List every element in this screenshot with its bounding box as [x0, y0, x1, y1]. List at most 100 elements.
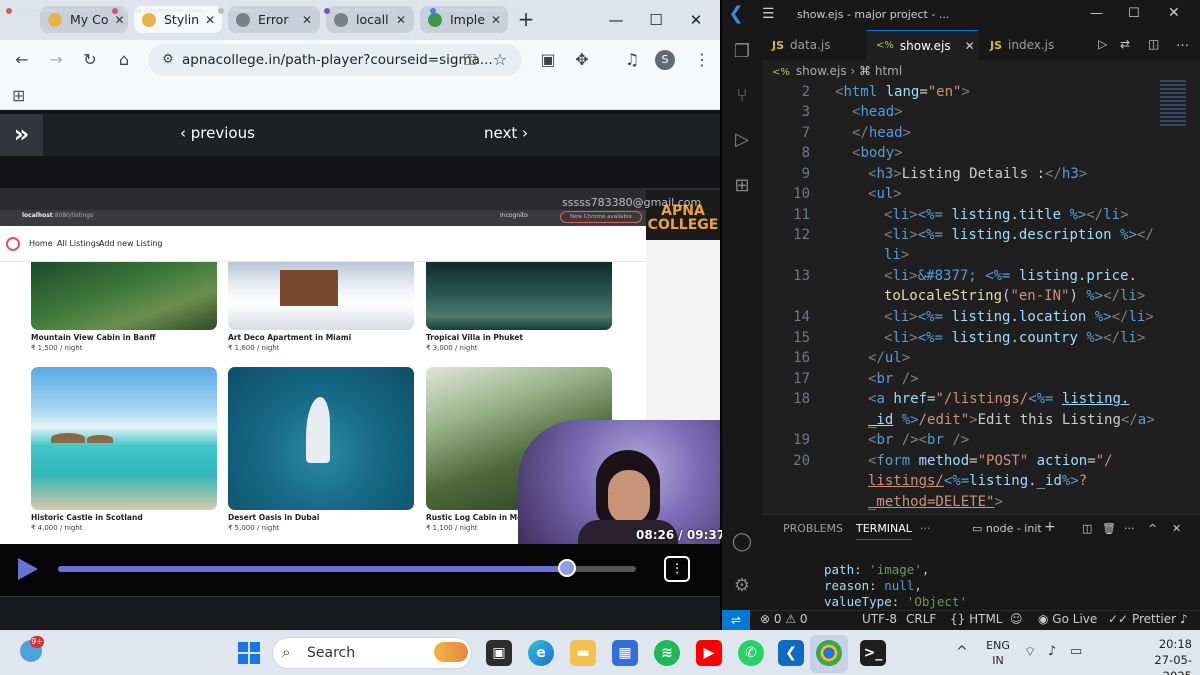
code-line[interactable]: <br /><br />	[868, 432, 969, 448]
play-icon[interactable]	[18, 558, 38, 580]
volume-icon[interactable]: ♪	[1048, 644, 1056, 659]
media-control-icon[interactable]: ♫	[620, 48, 644, 72]
apps-grid-icon[interactable]: ⊞	[12, 86, 25, 105]
language-mode[interactable]: {} HTML	[950, 612, 1003, 626]
sidebar-toggle-icon[interactable]: »	[0, 114, 43, 156]
close-window-button[interactable]: ✕	[676, 6, 716, 34]
code-line[interactable]: listings/<%=listing._id%>?	[868, 473, 1087, 489]
spotify-icon[interactable]: ≋	[654, 640, 680, 666]
reload-icon[interactable]: ↻	[78, 48, 102, 72]
run-debug-icon[interactable]: ▷	[730, 128, 754, 152]
close-window-button[interactable]: ✕	[1168, 5, 1180, 21]
bookmark-star-icon[interactable]: ☆	[488, 48, 512, 72]
listing-image[interactable]	[31, 367, 217, 510]
code-line[interactable]: <br />	[868, 371, 919, 387]
listing-image[interactable]	[228, 262, 414, 330]
code-line[interactable]: <li><%= listing.title %></li>	[884, 207, 1129, 223]
store-icon[interactable]: ▦	[612, 640, 638, 666]
kill-terminal-icon[interactable]: 🗑	[1102, 522, 1116, 535]
split-editor-icon[interactable]: ◫	[1148, 37, 1159, 51]
language-indicator[interactable]: ENG IN	[984, 638, 1012, 668]
whatsapp-icon[interactable]: ✆	[738, 640, 764, 666]
code-line[interactable]: <ul>	[868, 186, 902, 202]
code-line[interactable]: _method=DELETE">	[868, 494, 1003, 510]
password-key-icon[interactable]: ⚿	[458, 48, 482, 72]
listing-title[interactable]: Mountain View Cabin in Banff	[31, 333, 156, 342]
code-line[interactable]: <form method="POST" action="/	[868, 453, 1113, 469]
tab-show-ejs[interactable]: <% show.ejs ✕	[866, 30, 978, 60]
listing-title[interactable]: Historic Castle in Scotland	[31, 513, 143, 522]
tab-problems[interactable]: PROBLEMS	[783, 522, 843, 535]
tab-terminal[interactable]: TERMINAL	[856, 522, 912, 540]
code-line[interactable]: <li><%= listing.location %></li>	[884, 309, 1154, 325]
problems-count[interactable]: ⊗ 0 ⚠ 0	[760, 612, 808, 626]
code-line[interactable]: <li><%= listing.description %></	[884, 227, 1154, 243]
prettier-status[interactable]: ✓✓ Prettier	[1108, 612, 1176, 626]
notifications-bell-icon[interactable]: ♪	[1180, 612, 1188, 626]
more-actions-icon[interactable]: …	[1176, 35, 1189, 50]
equalizer-settings-icon[interactable]: ⫶	[664, 556, 690, 582]
chrome-icon[interactable]	[816, 640, 842, 666]
home-icon[interactable]: ⌂	[112, 48, 136, 72]
listing-title[interactable]: Art Deco Apartment in Miami	[228, 333, 351, 342]
split-terminal-icon[interactable]: ◫	[1082, 522, 1092, 535]
battery-icon[interactable]: ▭	[1070, 644, 1082, 659]
listing-image[interactable]	[228, 367, 414, 510]
copilot-icon[interactable]: ☺	[1010, 612, 1023, 626]
code-line[interactable]: _id %>/edit">Edit this Listing</a>	[868, 412, 1155, 428]
open-changes-icon[interactable]: ⇄	[1120, 37, 1130, 51]
code-line[interactable]: toLocaleString("en-IN") %></li>	[884, 288, 1145, 304]
code-line[interactable]: <h3>Listing Details :</h3>	[868, 166, 1087, 182]
bing-highlight-icon[interactable]	[434, 642, 468, 662]
encoding-status[interactable]: UTF-8	[862, 612, 897, 626]
profile-avatar[interactable]: S	[655, 50, 675, 70]
next-button[interactable]: next ›	[484, 124, 528, 142]
tab-data-js[interactable]: JS data.js	[762, 30, 866, 60]
listing-image[interactable]	[31, 262, 217, 330]
hamburger-menu-icon[interactable]: ☰	[762, 6, 775, 22]
close-tab-icon[interactable]: ✕	[965, 39, 975, 53]
forward-arrow-icon[interactable]: →	[44, 48, 68, 72]
code-line[interactable]: <li><%= listing.country %></li>	[884, 330, 1145, 346]
seek-handle[interactable]	[557, 559, 576, 577]
menu-kebab-icon[interactable]: ⋮	[690, 48, 714, 72]
listing-title[interactable]: Desert Oasis in Dubai	[228, 513, 319, 522]
code-line[interactable]: </ul>	[868, 350, 910, 366]
tray-overflow-icon[interactable]: ^	[956, 644, 968, 660]
tab-index-js[interactable]: JS index.js	[980, 30, 1080, 60]
edge-icon[interactable]: e	[528, 640, 554, 666]
listing-image[interactable]	[426, 262, 612, 330]
extensions-icon[interactable]: ⊞	[730, 174, 754, 198]
panel-more-icon[interactable]: ···	[1124, 522, 1135, 535]
panel-more-icon[interactable]: ···	[920, 522, 931, 535]
listing-title[interactable]: Tropical Villa in Phuket	[426, 333, 523, 342]
youtube-icon[interactable]: ▶	[696, 640, 722, 666]
vscode-taskbar-icon[interactable]: ❮	[778, 640, 804, 666]
start-windows-icon[interactable]	[238, 642, 260, 664]
previous-button[interactable]: ‹ previous	[180, 124, 255, 142]
code-line[interactable]: li>	[884, 247, 909, 263]
account-icon[interactable]: ◯	[730, 530, 754, 554]
close-panel-icon[interactable]: ✕	[1172, 522, 1181, 535]
back-arrow-icon[interactable]: ←	[10, 48, 34, 72]
file-explorer-icon[interactable]: ▬	[570, 640, 596, 666]
minimap[interactable]	[1160, 80, 1186, 126]
task-view-icon[interactable]: ▣	[486, 640, 512, 666]
picture-in-picture-icon[interactable]: ▣	[536, 48, 560, 72]
minimize-button[interactable]: —	[596, 6, 636, 34]
run-icon[interactable]: ▷	[1098, 37, 1107, 51]
code-line[interactable]: <head>	[852, 104, 903, 120]
maximize-button[interactable]: ☐	[636, 6, 676, 34]
minimize-button[interactable]: —	[1090, 6, 1103, 21]
remote-indicator-icon[interactable]: ⇌	[722, 610, 750, 630]
code-line[interactable]: <li>&#8377; <%= listing.price.	[884, 268, 1137, 284]
code-line[interactable]: </head>	[852, 125, 911, 141]
explorer-icon[interactable]: ❐	[730, 40, 754, 64]
terminal-output[interactable]: path: 'image', reason: null, valueType: 'O…	[824, 562, 967, 610]
extensions-icon[interactable]: ✥	[570, 48, 594, 72]
clock[interactable]: 20:1827-05-2025	[1130, 636, 1192, 675]
code-line[interactable]: <a href="/listings/<%= listing.	[868, 391, 1129, 407]
terminal-selector[interactable]: ▭ node - init	[972, 522, 1042, 535]
maximize-button[interactable]: ☐	[1128, 6, 1140, 21]
code-line[interactable]: <body>	[852, 145, 903, 161]
